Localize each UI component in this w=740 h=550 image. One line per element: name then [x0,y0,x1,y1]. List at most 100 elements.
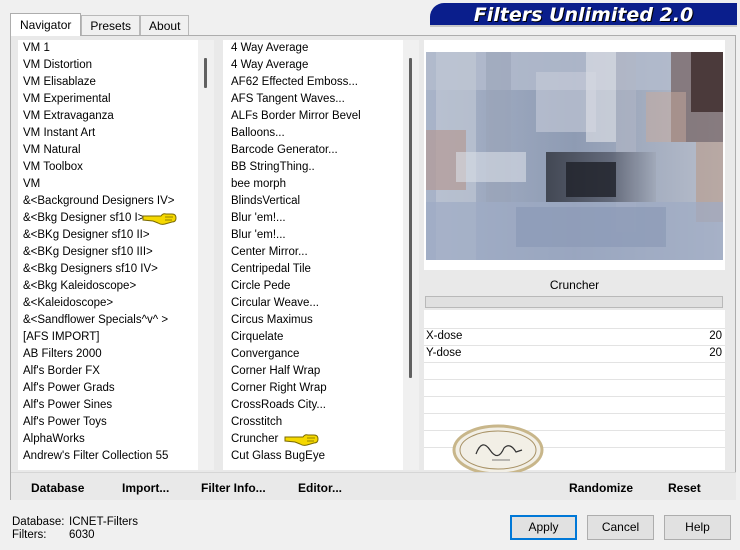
filter-item-label: Blur 'em!... [231,212,286,224]
filter-item[interactable]: 4 Way Average [231,40,403,57]
randomize-button[interactable]: Randomize [569,481,633,495]
category-item[interactable]: VM Elisablaze [23,74,198,91]
filter-item[interactable]: bee morph [231,176,403,193]
category-list[interactable]: VM 1 VM Distortion VM Elisablaze VM Experim… [18,40,198,470]
filter-item[interactable]: BB StringThing.. [231,159,403,176]
filter-item[interactable]: Cruncher [231,431,403,448]
filter-item[interactable]: Circle Pede [231,278,403,295]
filter-item[interactable]: AFS Tangent Waves... [231,91,403,108]
filter-item-label: Circle Pede [231,280,291,292]
param-row-x-dose[interactable]: X-dose 20 [424,328,725,345]
category-item[interactable]: &<Sandflower Specials^v^ > [23,312,198,329]
filter-item-label: BlindsVertical [231,195,301,207]
category-item[interactable]: &<Bkg Kaleidoscope> [23,278,198,295]
tab-navigator[interactable]: Navigator [10,13,82,36]
category-item[interactable]: VM Natural [23,142,198,159]
reset-button[interactable]: Reset [668,481,701,495]
category-item[interactable]: AB Filters 2000 [23,346,198,363]
category-item[interactable]: &<BKg Designer sf10 II> [23,227,198,244]
progress-bar [425,296,723,308]
pointing-hand-icon [284,434,319,446]
app-title: Filters Unlimited 2.0 [473,4,694,26]
filter-item[interactable]: Corner Right Wrap [231,380,403,397]
category-item[interactable]: VM Extravaganza [23,108,198,125]
category-item-label: VM Elisablaze [23,76,96,88]
editor-button[interactable]: Editor... [298,481,342,495]
category-item[interactable]: Alf's Border FX [23,363,198,380]
category-item-label: &<Background Designers IV> [23,195,175,207]
filter-item[interactable]: Cirquelate [231,329,403,346]
category-item[interactable]: &<Kaleidoscope> [23,295,198,312]
category-item-label: &<Sandflower Specials^v^ > [23,314,169,326]
filter-list[interactable]: 4 Way Average 4 Way Average AF62 Effected … [223,40,403,470]
import-button[interactable]: Import... [122,481,169,495]
category-item[interactable]: &<Background Designers IV> [23,193,198,210]
filter-item-label: Corner Right Wrap [231,382,327,394]
apply-button[interactable]: Apply [510,515,577,540]
filter-item-label: Blur 'em!... [231,229,286,241]
category-item-label: VM Toolbox [23,161,83,173]
filter-item[interactable]: Blur 'em!... [231,210,403,227]
cancel-button[interactable]: Cancel [587,515,654,540]
param-row-y-dose[interactable]: Y-dose 20 [424,345,725,362]
filter-item[interactable]: Convergance [231,346,403,363]
category-item[interactable]: &<Bkg Designers sf10 IV> [23,261,198,278]
filter-item[interactable]: Centripedal Tile [231,261,403,278]
filter-item[interactable]: BlindsVertical [231,193,403,210]
param-value[interactable]: 20 [709,330,722,342]
category-item-label: VM Instant Art [23,127,96,139]
filter-item[interactable]: Circus Maximus [231,312,403,329]
tab-about[interactable]: About [140,15,190,35]
filter-item-label: bee morph [231,178,286,190]
category-item[interactable]: VM Distortion [23,57,198,74]
category-item[interactable]: Alf's Power Sines [23,397,198,414]
filter-item[interactable]: Cut Glass BugEye [231,448,403,465]
param-value[interactable]: 20 [709,347,722,359]
selected-filter-name: Cruncher [424,274,725,296]
filter-scrollbar[interactable] [403,40,419,470]
category-item[interactable]: Andrew's Filter Collection 55 [23,448,198,465]
filter-item[interactable]: ALFs Border Mirror Bevel [231,108,403,125]
filter-item-label: Convergance [231,348,300,360]
category-scroll-thumb[interactable] [204,58,207,88]
category-item-label: Alf's Power Sines [23,399,113,411]
category-item[interactable]: [AFS IMPORT] [23,329,198,346]
category-item[interactable]: &<BKg Designer sf10 III> [23,244,198,261]
filter-item[interactable]: Blur 'em!... [231,227,403,244]
filter-item[interactable]: Balloons... [231,125,403,142]
filter-item[interactable]: Corner Half Wrap [231,363,403,380]
category-item-label: Alf's Power Grads [23,382,115,394]
category-item-label: AlphaWorks [23,433,85,445]
filter-item[interactable]: Circular Weave... [231,295,403,312]
category-item-label: &<BKg Designer sf10 III> [23,246,153,258]
category-item[interactable]: Alf's Power Grads [23,380,198,397]
category-item-label: &<Bkg Designer sf10 I> [23,212,145,224]
filter-item[interactable]: Barcode Generator... [231,142,403,159]
filter-scroll-thumb[interactable] [409,58,412,378]
category-item[interactable]: VM Instant Art [23,125,198,142]
category-item[interactable]: AlphaWorks [23,431,198,448]
category-item[interactable]: &<Bkg Designer sf10 I> [23,210,198,227]
category-item-label: &<Bkg Kaleidoscope> [23,280,137,292]
filter-item-label: ALFs Border Mirror Bevel [231,110,361,122]
filter-item[interactable]: Crosstitch [231,414,403,431]
filter-item[interactable]: Center Mirror... [231,244,403,261]
category-scrollbar[interactable] [198,40,214,470]
tab-presets[interactable]: Presets [81,15,141,35]
filter-item-label: Center Mirror... [231,246,308,258]
help-button[interactable]: Help [664,515,731,540]
category-item[interactable]: VM 1 [23,40,198,57]
filters-label: Filters: [12,529,47,541]
filter-item-label: Centripedal Tile [231,263,311,275]
database-button[interactable]: Database [31,481,84,495]
param-row-empty [424,379,725,396]
category-item[interactable]: Alf's Power Toys [23,414,198,431]
category-item[interactable]: VM Experimental [23,91,198,108]
category-item[interactable]: VM Toolbox [23,159,198,176]
category-item[interactable]: VM [23,176,198,193]
filter-item[interactable]: 4 Way Average [231,57,403,74]
filter-item[interactable]: CrossRoads City... [231,397,403,414]
filter-item[interactable]: AF62 Effected Emboss... [231,74,403,91]
filter-item-label: Cut Glass BugEye [231,450,325,462]
filter-info-button[interactable]: Filter Info... [201,481,266,495]
